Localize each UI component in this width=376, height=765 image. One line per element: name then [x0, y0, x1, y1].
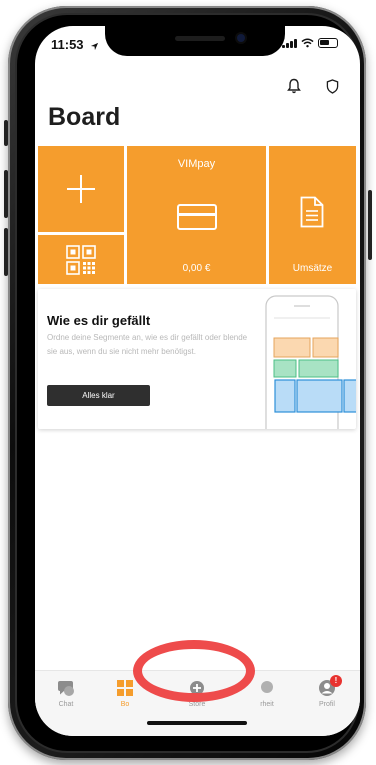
tab-profile-label: Profil [319, 701, 335, 708]
tab-board-label: Bo [120, 701, 130, 708]
chat-icon [57, 679, 75, 697]
status-icons [282, 38, 338, 48]
info-card-title: Wie es dir gefällt [47, 313, 151, 328]
credit-card-icon [177, 204, 217, 230]
volume-down-button [4, 228, 8, 276]
power-button [368, 190, 372, 260]
vimpay-tile[interactable]: VIMpay 0,00 € [127, 146, 266, 284]
dismiss-button[interactable]: Alles klar [47, 385, 150, 406]
document-icon [300, 196, 324, 228]
customize-info-card: Wie es dir gefällt Ordne deine Segmente … [38, 289, 356, 429]
board-icon [116, 679, 134, 697]
tab-security[interactable]: rheit [237, 679, 297, 708]
tab-profile[interactable]: ! Profil [297, 675, 357, 708]
vimpay-title: VIMpay [177, 158, 216, 170]
volume-up-button [4, 170, 8, 218]
qr-scan-tile[interactable] [38, 235, 124, 284]
mute-switch [4, 120, 8, 146]
tab-chat[interactable]: Chat [36, 679, 96, 708]
wifi-icon [301, 38, 314, 48]
tab-store-label: Store [188, 701, 206, 708]
shield-icon[interactable] [322, 76, 342, 96]
status-time: 11:53 [51, 37, 84, 52]
tab-chat-label: Chat [58, 701, 74, 708]
plus-icon [67, 175, 95, 203]
profile-icon: ! [318, 675, 342, 697]
vimpay-balance: 0,00 € [182, 263, 211, 274]
home-indicator [147, 721, 247, 725]
bell-icon[interactable] [284, 76, 304, 96]
battery-icon [318, 38, 338, 48]
tab-security-label: rheit [260, 701, 274, 708]
header-actions [284, 76, 342, 96]
notification-badge: ! [330, 675, 342, 687]
phone-illustration-icon [265, 295, 356, 429]
page-title: Board [48, 103, 121, 131]
store-icon [188, 679, 206, 697]
app-screen: 11:53 Board VIMpay 0,00 € Umsätze Wie es… [35, 26, 360, 736]
tab-store[interactable]: Store [167, 679, 227, 708]
front-camera [237, 34, 245, 42]
qr-code-icon [66, 245, 96, 275]
transactions-label: Umsätze [292, 263, 333, 274]
info-card-description: Ordne deine Segmente an, wie es dir gefä… [47, 333, 248, 356]
speaker-grille [175, 36, 225, 41]
security-icon [258, 679, 276, 697]
tab-board[interactable]: Bo [95, 679, 155, 708]
add-segment-tile[interactable] [38, 146, 124, 232]
transactions-tile[interactable]: Umsätze [269, 146, 356, 284]
bottom-tab-bar: Chat Bo Store rheit ! Profil [35, 670, 360, 736]
board-tiles: VIMpay 0,00 € Umsätze [38, 146, 356, 284]
location-arrow-icon [90, 38, 99, 56]
phone-notch [105, 26, 285, 56]
